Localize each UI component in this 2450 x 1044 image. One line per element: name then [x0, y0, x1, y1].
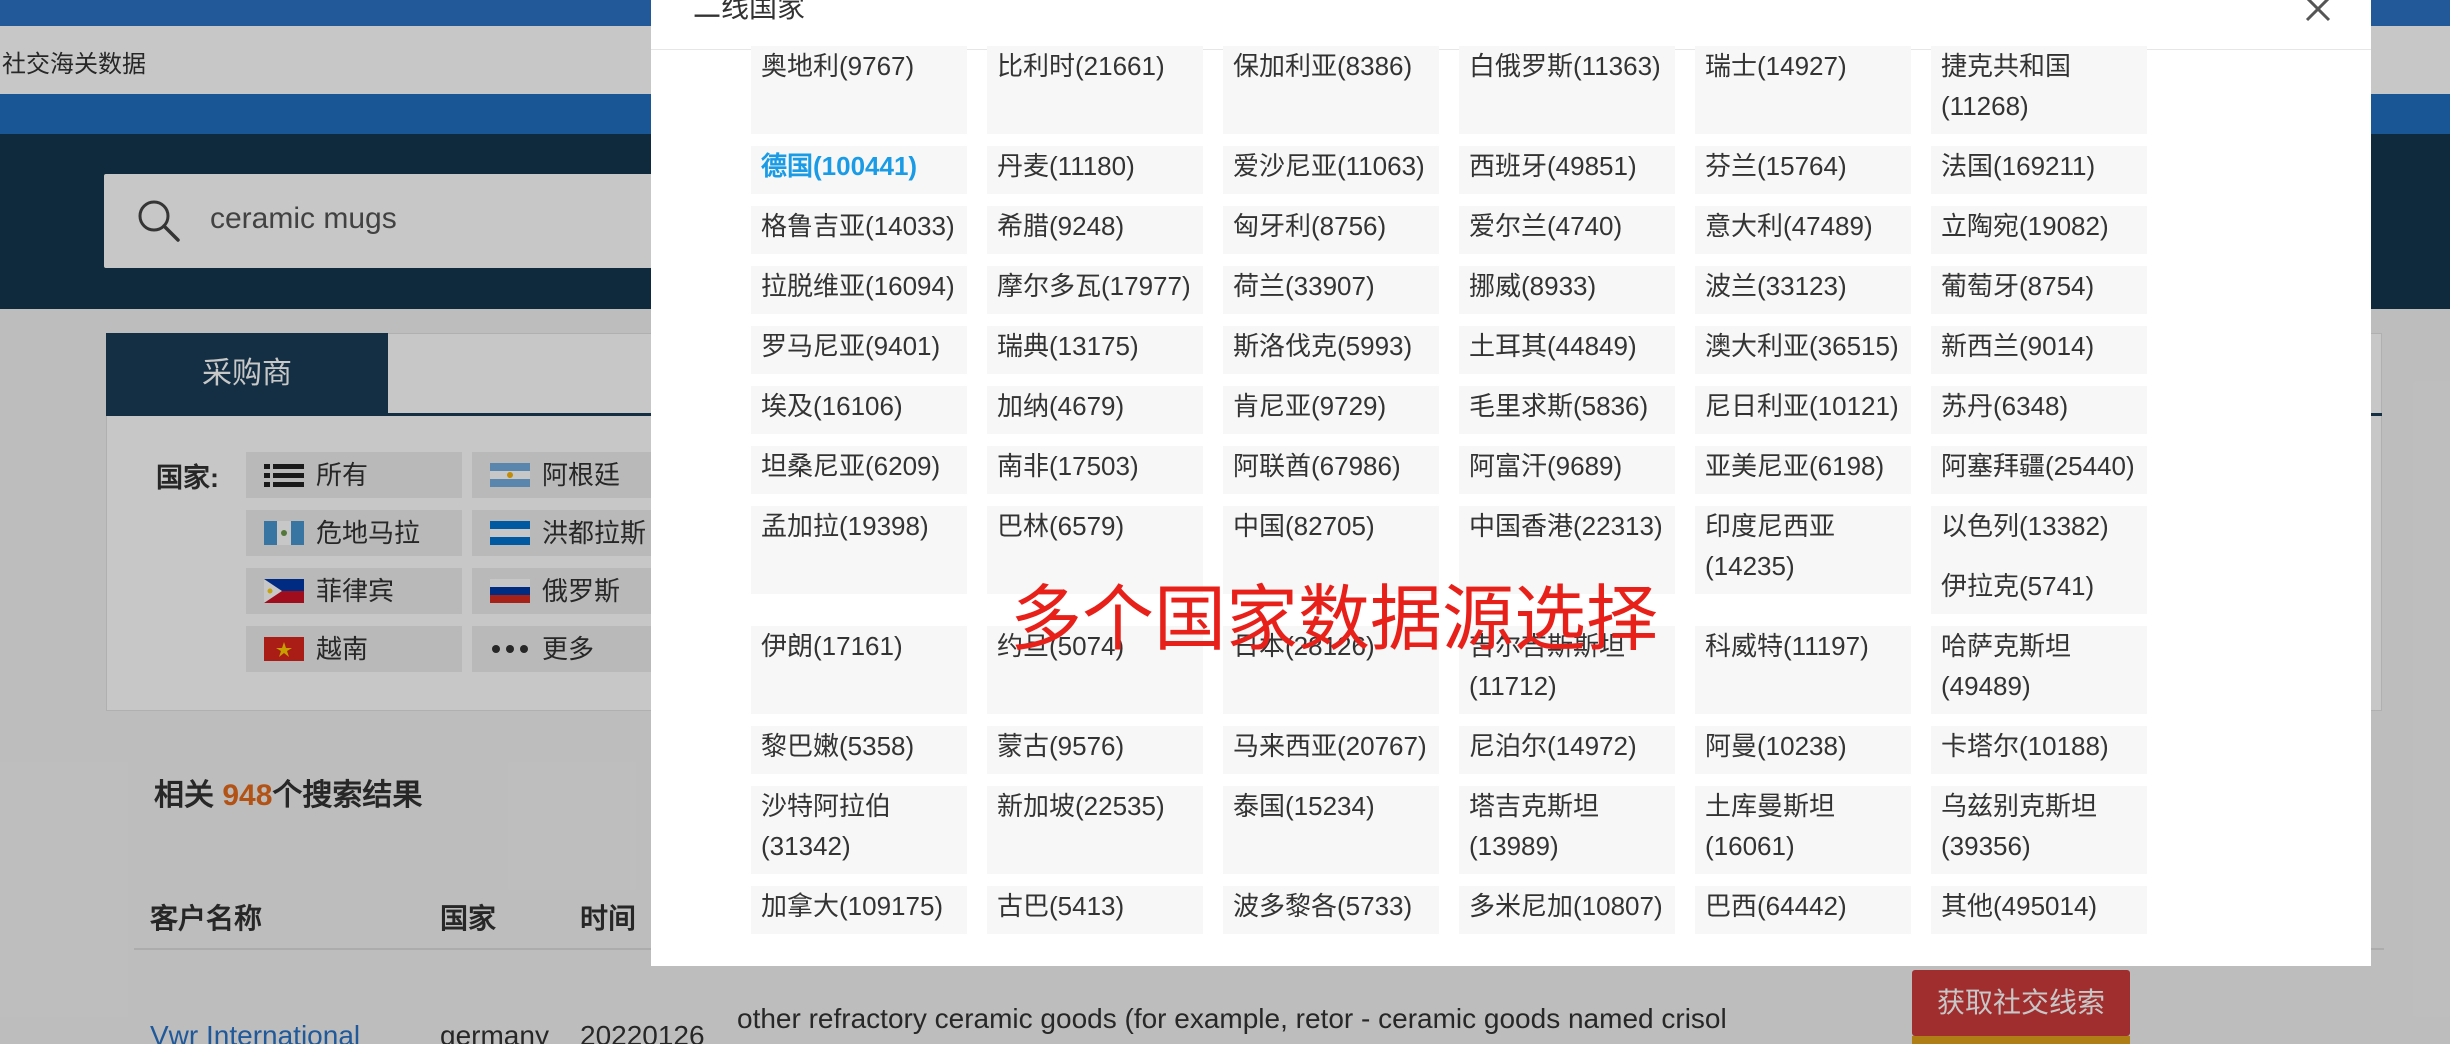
- country-option[interactable]: 爱尔兰(4740): [1459, 206, 1675, 254]
- country-option[interactable]: 西班牙(49851): [1459, 146, 1675, 194]
- country-option[interactable]: 坦桑尼亚(6209): [751, 446, 967, 494]
- country-option[interactable]: 立陶宛(19082): [1931, 206, 2147, 254]
- country-option[interactable]: 亚美尼亚(6198): [1695, 446, 1911, 494]
- country-option[interactable]: 马来西亚(20767): [1223, 726, 1439, 774]
- country-option[interactable]: 丹麦(11180): [987, 146, 1203, 194]
- country-option[interactable]: 沙特阿拉伯(31342): [751, 786, 967, 874]
- country-option[interactable]: 加拿大(109175): [751, 886, 967, 934]
- annotation-text: 多个国家数据源选择: [1010, 577, 1659, 661]
- country-option[interactable]: 摩尔多瓦(17977): [987, 266, 1203, 314]
- country-option[interactable]: 法国(169211): [1931, 146, 2147, 194]
- country-option[interactable]: 波兰(33123): [1695, 266, 1911, 314]
- country-option[interactable]: 哈萨克斯坦(49489): [1931, 626, 2147, 714]
- country-option[interactable]: 卡塔尔(10188): [1931, 726, 2147, 774]
- country-option[interactable]: 奥地利(9767): [751, 46, 967, 134]
- country-option[interactable]: 匈牙利(8756): [1223, 206, 1439, 254]
- country-option[interactable]: 阿富汗(9689): [1459, 446, 1675, 494]
- country-option[interactable]: 荷兰(33907): [1223, 266, 1439, 314]
- country-option[interactable]: 蒙古(9576): [987, 726, 1203, 774]
- country-option[interactable]: 土库曼斯坦(16061): [1695, 786, 1911, 874]
- country-grid: 奥地利(9767) 比利时(21661) 保加利亚(8386) 白俄罗斯(11363)…: [651, 0, 2371, 966]
- country-option[interactable]: 黎巴嫩(5358): [751, 726, 967, 774]
- country-option[interactable]: 保加利亚(8386): [1223, 46, 1439, 134]
- country-option[interactable]: 科威特(11197): [1695, 626, 1911, 714]
- country-option[interactable]: 新加坡(22535): [987, 786, 1203, 874]
- country-option[interactable]: 希腊(9248): [987, 206, 1203, 254]
- country-option[interactable]: 塔吉克斯坦(13989): [1459, 786, 1675, 874]
- country-option[interactable]: 古巴(5413): [987, 886, 1203, 934]
- country-select-modal: 二线国家 奥地利(9767) 比利时(21661) 保加利亚(8386) 白俄罗斯(1…: [651, 0, 2371, 966]
- country-option[interactable]: 罗马尼亚(9401): [751, 326, 967, 374]
- country-option[interactable]: 格鲁吉亚(14033): [751, 206, 967, 254]
- country-option[interactable]: 阿联酋(67986): [1223, 446, 1439, 494]
- country-option[interactable]: 意大利(47489): [1695, 206, 1911, 254]
- country-option[interactable]: 尼泊尔(14972): [1459, 726, 1675, 774]
- country-option[interactable]: 瑞典(13175): [987, 326, 1203, 374]
- country-option[interactable]: 阿曼(10238): [1695, 726, 1911, 774]
- country-option[interactable]: 土耳其(44849): [1459, 326, 1675, 374]
- country-option[interactable]: 捷克共和国(11268): [1931, 46, 2147, 134]
- country-option[interactable]: 多米尼加(10807): [1459, 886, 1675, 934]
- country-option[interactable]: 泰国(15234): [1223, 786, 1439, 874]
- country-option[interactable]: 加纳(4679): [987, 386, 1203, 434]
- country-option[interactable]: 芬兰(15764): [1695, 146, 1911, 194]
- country-option[interactable]: 南非(17503): [987, 446, 1203, 494]
- country-option[interactable]: 印度尼西亚(14235): [1695, 506, 1911, 594]
- country-option[interactable]: 爱沙尼亚(11063): [1223, 146, 1439, 194]
- country-option[interactable]: 比利时(21661): [987, 46, 1203, 134]
- country-option[interactable]: 澳大利亚(36515): [1695, 326, 1911, 374]
- country-option[interactable]: 瑞士(14927): [1695, 46, 1911, 134]
- country-option[interactable]: 拉脱维亚(16094): [751, 266, 967, 314]
- country-option[interactable]: 阿塞拜疆(25440): [1931, 446, 2147, 494]
- country-option[interactable]: 新西兰(9014): [1931, 326, 2147, 374]
- country-option[interactable]: 肯尼亚(9729): [1223, 386, 1439, 434]
- country-option[interactable]: 埃及(16106): [751, 386, 967, 434]
- country-option[interactable]: 德国(100441): [751, 146, 967, 194]
- country-option[interactable]: 毛里求斯(5836): [1459, 386, 1675, 434]
- country-option[interactable]: 挪威(8933): [1459, 266, 1675, 314]
- country-option[interactable]: 孟加拉(19398): [751, 506, 967, 594]
- country-option[interactable]: 尼日利亚(10121): [1695, 386, 1911, 434]
- country-option[interactable]: 葡萄牙(8754): [1931, 266, 2147, 314]
- country-option[interactable]: 乌兹别克斯坦(39356): [1931, 786, 2147, 874]
- country-option[interactable]: 伊朗(17161): [751, 626, 967, 714]
- country-option[interactable]: 波多黎各(5733): [1223, 886, 1439, 934]
- country-option[interactable]: 巴西(64442): [1695, 886, 1911, 934]
- country-option[interactable]: 苏丹(6348): [1931, 386, 2147, 434]
- country-option[interactable]: 斯洛伐克(5993): [1223, 326, 1439, 374]
- country-option[interactable]: 白俄罗斯(11363): [1459, 46, 1675, 134]
- country-option[interactable]: 伊拉克(5741): [1931, 566, 2147, 614]
- country-option[interactable]: 其他(495014): [1931, 886, 2147, 934]
